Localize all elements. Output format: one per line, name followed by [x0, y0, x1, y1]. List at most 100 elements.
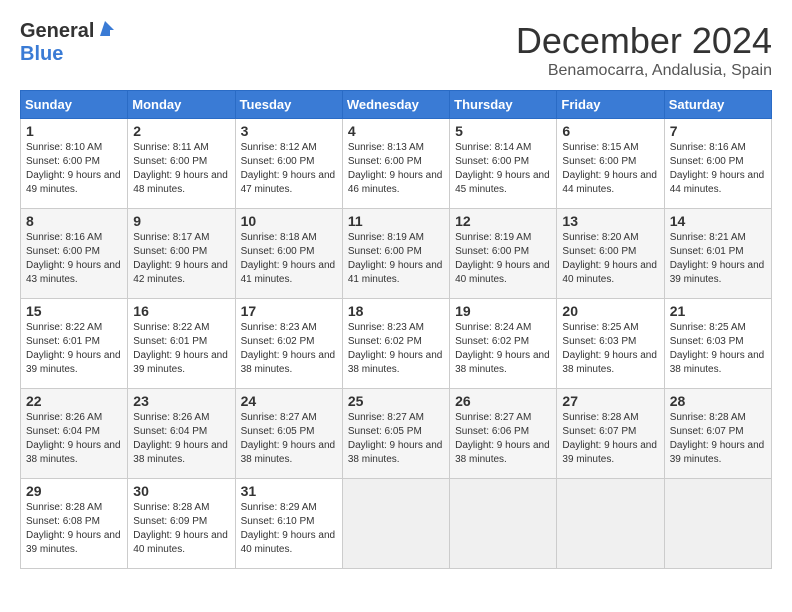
calendar-cell: 2Sunrise: 8:11 AMSunset: 6:00 PMDaylight… — [128, 119, 235, 209]
day-info: Sunrise: 8:22 AMSunset: 6:01 PMDaylight:… — [26, 321, 122, 377]
day-info: Sunrise: 8:28 AMSunset: 6:07 PMDaylight:… — [562, 411, 658, 467]
day-number: 7 — [670, 123, 766, 139]
day-number: 18 — [348, 303, 444, 319]
logo-icon — [96, 20, 114, 38]
calendar-cell: 4Sunrise: 8:13 AMSunset: 6:00 PMDaylight… — [342, 119, 449, 209]
header-day-friday: Friday — [557, 91, 664, 119]
calendar-body: 1Sunrise: 8:10 AMSunset: 6:00 PMDaylight… — [21, 119, 772, 569]
logo-general-text: General — [20, 20, 94, 43]
header-day-sunday: Sunday — [21, 91, 128, 119]
day-number: 26 — [455, 393, 551, 409]
day-info: Sunrise: 8:27 AMSunset: 6:05 PMDaylight:… — [241, 411, 337, 467]
logo: General Blue — [20, 20, 114, 66]
day-info: Sunrise: 8:21 AMSunset: 6:01 PMDaylight:… — [670, 231, 766, 287]
day-number: 12 — [455, 213, 551, 229]
day-number: 30 — [133, 483, 229, 499]
calendar-cell: 22 Sunrise: 8:26 AMSunset: 6:04 PMDayligh… — [21, 389, 128, 479]
calendar-cell: 16Sunrise: 8:22 AMSunset: 6:01 PMDayligh… — [128, 299, 235, 389]
day-number: 14 — [670, 213, 766, 229]
header-day-thursday: Thursday — [450, 91, 557, 119]
day-number: 13 — [562, 213, 658, 229]
calendar-cell: 13 Sunrise: 8:20 AMSunset: 6:00 PMDayligh… — [557, 209, 664, 299]
day-info: Sunrise: 8:18 AMSunset: 6:00 PMDaylight:… — [241, 231, 337, 287]
calendar-cell: 9 Sunrise: 8:17 AMSunset: 6:00 PMDaylight… — [128, 209, 235, 299]
calendar-cell: 29 Sunrise: 8:28 AMSunset: 6:08 PMDayligh… — [21, 479, 128, 569]
calendar-cell: 25 Sunrise: 8:27 AMSunset: 6:05 PMDayligh… — [342, 389, 449, 479]
calendar-cell: 21 Sunrise: 8:25 AMSunset: 6:03 PMDayligh… — [664, 299, 771, 389]
day-number: 23 — [133, 393, 229, 409]
calendar-cell: 27 Sunrise: 8:28 AMSunset: 6:07 PMDayligh… — [557, 389, 664, 479]
calendar-cell: 31 Sunrise: 8:29 AMSunset: 6:10 PMDayligh… — [235, 479, 342, 569]
day-info: Sunrise: 8:29 AMSunset: 6:10 PMDaylight:… — [241, 501, 337, 557]
calendar-cell: 18 Sunrise: 8:23 AMSunset: 6:02 PMDayligh… — [342, 299, 449, 389]
day-info: Sunrise: 8:17 AMSunset: 6:00 PMDaylight:… — [133, 231, 229, 287]
day-info: Sunrise: 8:26 AMSunset: 6:04 PMDaylight:… — [133, 411, 229, 467]
calendar-cell: 12 Sunrise: 8:19 AMSunset: 6:00 PMDayligh… — [450, 209, 557, 299]
calendar-cell: 26Sunrise: 8:27 AMSunset: 6:06 PMDayligh… — [450, 389, 557, 479]
day-number: 29 — [26, 483, 122, 499]
day-info: Sunrise: 8:20 AMSunset: 6:00 PMDaylight:… — [562, 231, 658, 287]
day-info: Sunrise: 8:24 AMSunset: 6:02 PMDaylight:… — [455, 321, 551, 377]
page-header: General Blue December 2024 Benamocarra, … — [20, 20, 772, 80]
day-info: Sunrise: 8:16 AMSunset: 6:00 PMDaylight:… — [26, 231, 122, 287]
calendar-header: SundayMondayTuesdayWednesdayThursdayFrid… — [21, 91, 772, 119]
day-number: 28 — [670, 393, 766, 409]
day-info: Sunrise: 8:28 AMSunset: 6:07 PMDaylight:… — [670, 411, 766, 467]
calendar-cell: 6 Sunrise: 8:15 AMSunset: 6:00 PMDaylight… — [557, 119, 664, 209]
day-number: 21 — [670, 303, 766, 319]
calendar-cell: 17 Sunrise: 8:23 AMSunset: 6:02 PMDayligh… — [235, 299, 342, 389]
day-number: 3 — [241, 123, 337, 139]
week-row-4: 22 Sunrise: 8:26 AMSunset: 6:04 PMDayligh… — [21, 389, 772, 479]
title-section: December 2024 Benamocarra, Andalusia, Sp… — [516, 20, 772, 80]
day-info: Sunrise: 8:26 AMSunset: 6:04 PMDaylight:… — [26, 411, 122, 467]
day-info: Sunrise: 8:19 AMSunset: 6:00 PMDaylight:… — [348, 231, 444, 287]
calendar-cell: 5 Sunrise: 8:14 AMSunset: 6:00 PMDaylight… — [450, 119, 557, 209]
day-number: 8 — [26, 213, 122, 229]
day-number: 16 — [133, 303, 229, 319]
calendar-table: SundayMondayTuesdayWednesdayThursdayFrid… — [20, 90, 772, 569]
day-number: 27 — [562, 393, 658, 409]
calendar-cell: 28 Sunrise: 8:28 AMSunset: 6:07 PMDayligh… — [664, 389, 771, 479]
header-day-saturday: Saturday — [664, 91, 771, 119]
day-number: 31 — [241, 483, 337, 499]
week-row-5: 29 Sunrise: 8:28 AMSunset: 6:08 PMDayligh… — [21, 479, 772, 569]
calendar-cell: 19Sunrise: 8:24 AMSunset: 6:02 PMDayligh… — [450, 299, 557, 389]
day-info: Sunrise: 8:12 AMSunset: 6:00 PMDaylight:… — [241, 141, 337, 197]
day-number: 25 — [348, 393, 444, 409]
day-info: Sunrise: 8:23 AMSunset: 6:02 PMDaylight:… — [241, 321, 337, 377]
day-number: 22 — [26, 393, 122, 409]
day-number: 5 — [455, 123, 551, 139]
calendar-cell: 8 Sunrise: 8:16 AMSunset: 6:00 PMDaylight… — [21, 209, 128, 299]
day-number: 11 — [348, 213, 444, 229]
day-info: Sunrise: 8:14 AMSunset: 6:00 PMDaylight:… — [455, 141, 551, 197]
day-number: 10 — [241, 213, 337, 229]
calendar-cell: 24 Sunrise: 8:27 AMSunset: 6:05 PMDayligh… — [235, 389, 342, 479]
calendar-title: December 2024 — [516, 20, 772, 62]
calendar-cell: 23 Sunrise: 8:26 AMSunset: 6:04 PMDayligh… — [128, 389, 235, 479]
day-number: 24 — [241, 393, 337, 409]
day-info: Sunrise: 8:15 AMSunset: 6:00 PMDaylight:… — [562, 141, 658, 197]
day-number: 2 — [133, 123, 229, 139]
day-info: Sunrise: 8:23 AMSunset: 6:02 PMDaylight:… — [348, 321, 444, 377]
day-number: 15 — [26, 303, 122, 319]
day-number: 20 — [562, 303, 658, 319]
week-row-1: 1Sunrise: 8:10 AMSunset: 6:00 PMDaylight… — [21, 119, 772, 209]
day-info: Sunrise: 8:28 AMSunset: 6:09 PMDaylight:… — [133, 501, 229, 557]
calendar-cell: 11 Sunrise: 8:19 AMSunset: 6:00 PMDayligh… — [342, 209, 449, 299]
day-info: Sunrise: 8:28 AMSunset: 6:08 PMDaylight:… — [26, 501, 122, 557]
day-info: Sunrise: 8:13 AMSunset: 6:00 PMDaylight:… — [348, 141, 444, 197]
calendar-cell: 30 Sunrise: 8:28 AMSunset: 6:09 PMDayligh… — [128, 479, 235, 569]
day-number: 6 — [562, 123, 658, 139]
header-day-monday: Monday — [128, 91, 235, 119]
logo-blue-text: Blue — [20, 43, 63, 66]
day-number: 17 — [241, 303, 337, 319]
header-day-wednesday: Wednesday — [342, 91, 449, 119]
week-row-2: 8 Sunrise: 8:16 AMSunset: 6:00 PMDaylight… — [21, 209, 772, 299]
day-info: Sunrise: 8:19 AMSunset: 6:00 PMDaylight:… — [455, 231, 551, 287]
day-info: Sunrise: 8:25 AMSunset: 6:03 PMDaylight:… — [670, 321, 766, 377]
day-info: Sunrise: 8:10 AMSunset: 6:00 PMDaylight:… — [26, 141, 122, 197]
day-number: 9 — [133, 213, 229, 229]
calendar-cell — [664, 479, 771, 569]
day-info: Sunrise: 8:27 AMSunset: 6:05 PMDaylight:… — [348, 411, 444, 467]
calendar-cell: 15 Sunrise: 8:22 AMSunset: 6:01 PMDayligh… — [21, 299, 128, 389]
